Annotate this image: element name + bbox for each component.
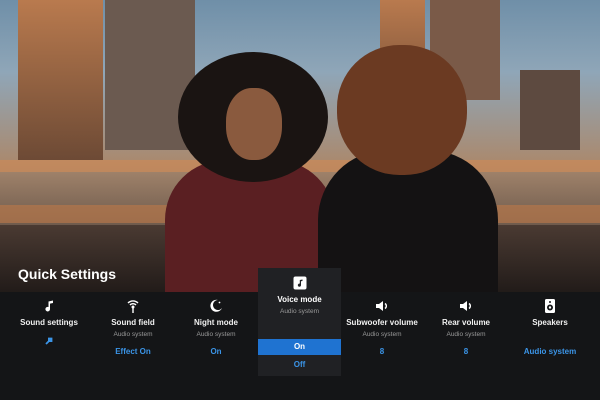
speaker-volume-icon: [460, 301, 471, 311]
tile-sound-field[interactable]: Sound field Audio system Effect On: [91, 292, 175, 356]
music-note-icon: [45, 300, 53, 312]
voice-mode-icon: [293, 276, 306, 290]
tile-title: Subwoofer volume: [346, 318, 418, 327]
tile-title: Sound field: [111, 318, 155, 327]
tile-value: 8: [463, 347, 469, 356]
building: [18, 0, 103, 160]
popup-title: Voice mode: [277, 295, 322, 304]
tile-subtitle: Audio system: [113, 331, 153, 338]
tile-subtitle: Audio system: [362, 331, 402, 338]
tile-value: 8: [379, 347, 385, 356]
tile-value: Audio system: [523, 347, 577, 356]
tile-title: Sound settings: [20, 318, 78, 327]
moon-icon: [210, 299, 222, 312]
person-hair: [337, 45, 467, 175]
tile-title: Rear volume: [441, 318, 491, 327]
voice-mode-option-off[interactable]: Off: [258, 357, 341, 373]
tile-value: Effect On: [115, 347, 151, 356]
building: [520, 70, 580, 150]
tile-subtitle: [508, 331, 592, 339]
sound-field-icon: [127, 300, 139, 313]
voice-mode-popup: Voice mode Audio system On Off: [258, 268, 341, 376]
person-face: [226, 88, 282, 160]
speaker-icon: [545, 299, 555, 313]
tile-value: On: [210, 347, 222, 356]
tile-subwoofer-volume[interactable]: Subwoofer volume Audio system 8: [340, 292, 424, 356]
tile-subtitle: Audio system: [446, 331, 486, 338]
tile-sound-settings[interactable]: Sound settings: [7, 292, 91, 346]
popup-subtitle: Audio system: [279, 308, 320, 315]
tile-rear-volume[interactable]: Rear volume Audio system 8: [424, 292, 508, 356]
open-arrow-icon: [45, 337, 53, 345]
tile-title: Night mode: [194, 318, 238, 327]
voice-mode-option-on[interactable]: On: [258, 339, 341, 355]
tile-night-mode[interactable]: Night mode Audio system On: [174, 292, 258, 356]
speaker-volume-icon: [376, 301, 387, 311]
tile-speakers[interactable]: Speakers Audio system: [508, 292, 592, 356]
quick-settings-title: Quick Settings: [18, 266, 117, 282]
tile-subtitle: Audio system: [196, 331, 236, 338]
tile-title: Speakers: [532, 318, 568, 327]
